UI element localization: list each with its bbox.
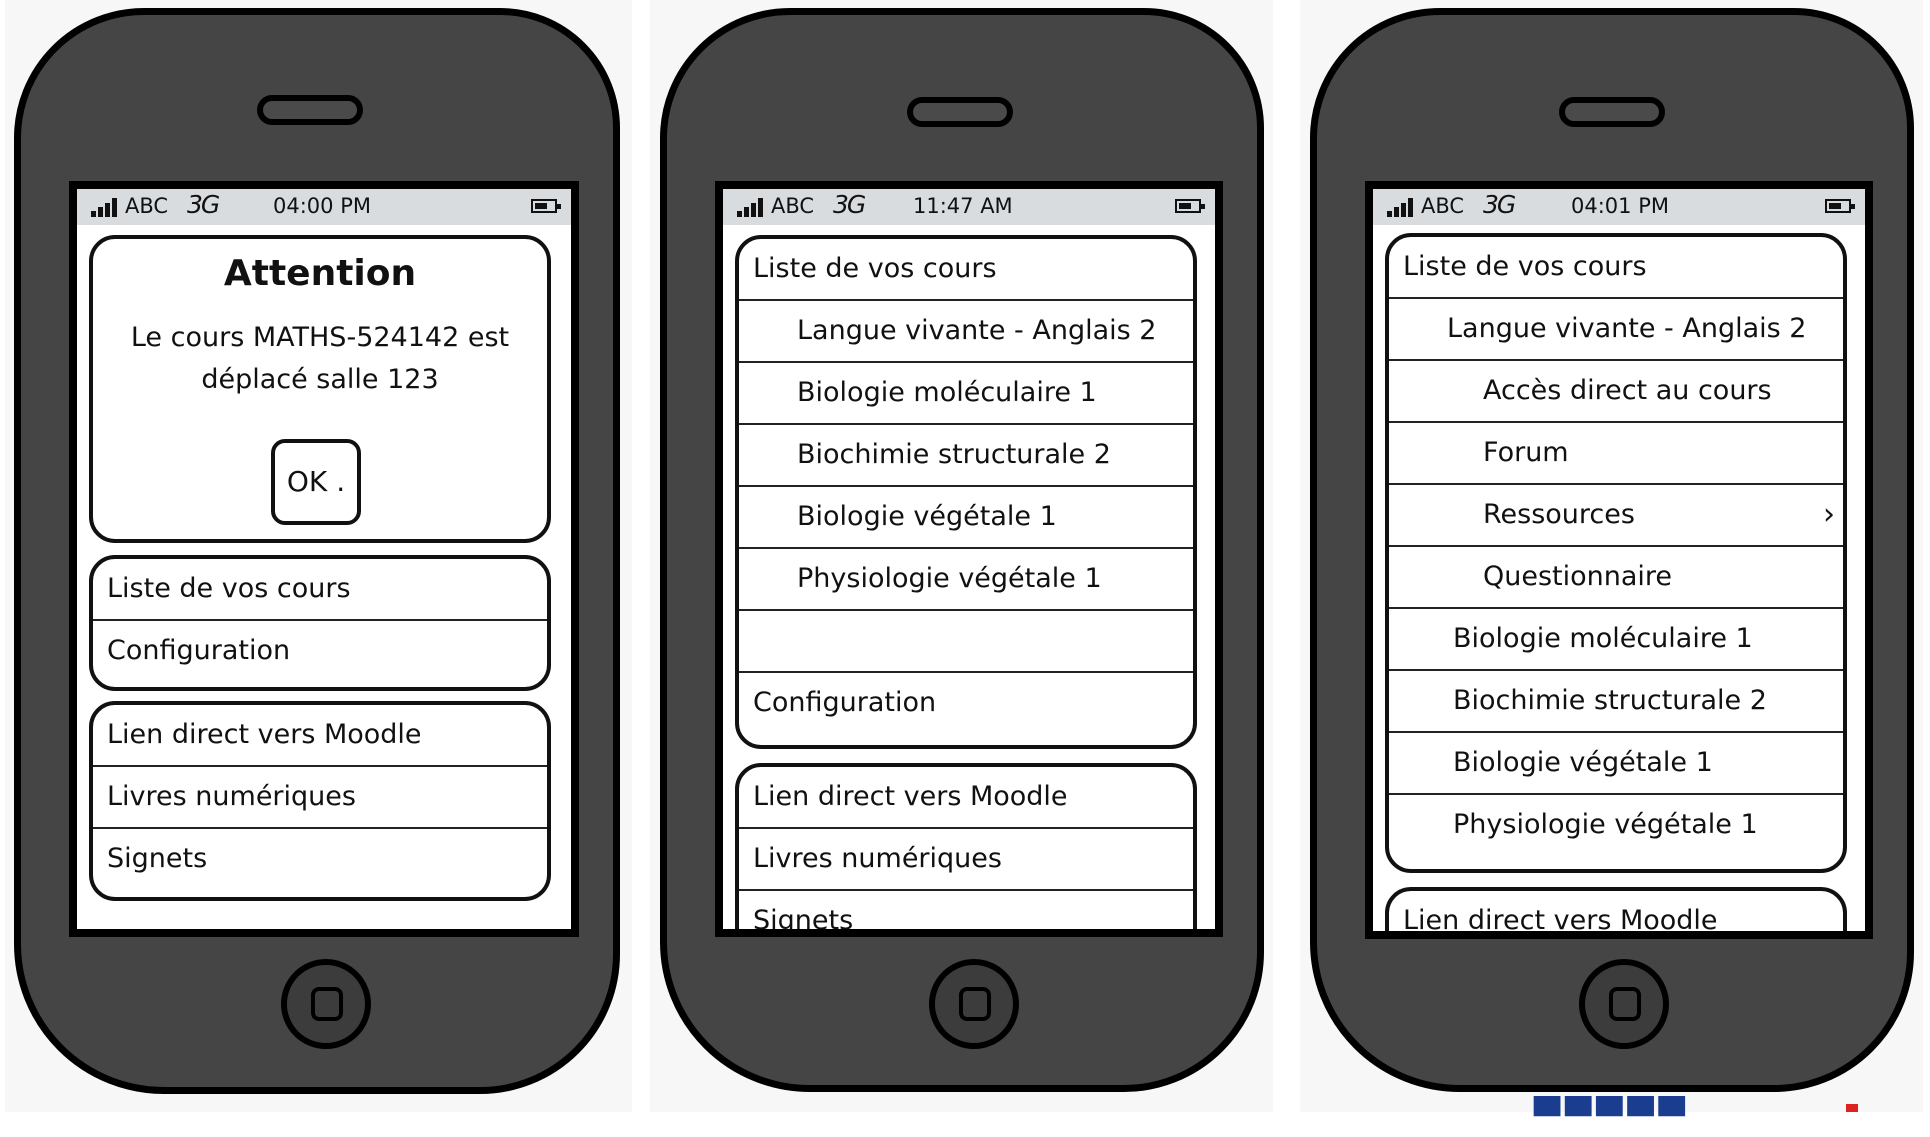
- menu-item-moodle-link[interactable]: Lien direct vers Moodle: [739, 767, 1193, 829]
- resources-label: Ressources: [1483, 499, 1635, 530]
- course-list: Liste de vos cours Langue vivante - Angl…: [1385, 233, 1847, 873]
- menu-item-bookmarks[interactable]: Signets: [93, 829, 547, 891]
- signal-icon: [1387, 197, 1417, 217]
- course-sub-item-quiz[interactable]: Questionnaire: [1389, 547, 1843, 609]
- battery-icon: [531, 199, 561, 213]
- ok-button[interactable]: OK .: [271, 439, 361, 525]
- empty-row: [739, 611, 1193, 673]
- home-button-icon[interactable]: [281, 959, 371, 1049]
- main-menu: Liste de vos cours Configuration: [89, 555, 551, 691]
- course-item[interactable]: Physiologie végétale 1: [739, 549, 1193, 611]
- links-menu: Lien direct vers Moodle Livres numérique…: [735, 763, 1197, 929]
- course-sub-item-forum[interactable]: Forum: [1389, 423, 1843, 485]
- course-list: Liste de vos cours Langue vivante - Angl…: [735, 235, 1197, 749]
- status-bar: ABC 3G 11:47 AM: [723, 189, 1215, 225]
- phone-1-screen: ABC 3G 04:00 PM Attention Le cours MATHS…: [69, 181, 579, 937]
- status-bar: ABC 3G 04:00 PM: [77, 189, 571, 225]
- menu-item-moodle-link[interactable]: Lien direct vers Moodle: [93, 705, 547, 767]
- clock: 04:01 PM: [1571, 194, 1669, 218]
- battery-icon: [1825, 199, 1855, 213]
- course-item-expanded[interactable]: Langue vivante - Anglais 2: [1389, 299, 1843, 361]
- network-label: 3G: [833, 190, 866, 219]
- clock: 11:47 AM: [913, 194, 1013, 218]
- course-sub-item-direct-access[interactable]: Accès direct au cours: [1389, 361, 1843, 423]
- carrier-label: ABC: [771, 194, 815, 218]
- speaker-icon: [1559, 97, 1665, 127]
- menu-item-configuration[interactable]: Configuration: [93, 621, 547, 683]
- signal-icon: [737, 197, 767, 217]
- signal-icon: [91, 197, 121, 217]
- course-item[interactable]: Langue vivante - Anglais 2: [739, 301, 1193, 363]
- carrier-label: ABC: [125, 194, 169, 218]
- phone-3-screen: ABC 3G 04:01 PM Liste de vos cours Langu…: [1365, 181, 1873, 939]
- course-item[interactable]: Biologie végétale 1: [1389, 733, 1843, 795]
- course-item[interactable]: Biochimie structurale 2: [739, 425, 1193, 487]
- network-label: 3G: [187, 190, 220, 219]
- home-button-icon[interactable]: [929, 959, 1019, 1049]
- phone-2-screen: ABC 3G 11:47 AM Liste de vos cours Langu…: [715, 181, 1223, 937]
- speaker-icon: [907, 97, 1013, 127]
- course-list-header[interactable]: Liste de vos cours: [739, 239, 1193, 301]
- phone-2: ABC 3G 11:47 AM Liste de vos cours Langu…: [660, 8, 1264, 1092]
- menu-item-configuration[interactable]: Configuration: [739, 673, 1193, 735]
- course-item[interactable]: Biologie moléculaire 1: [1389, 609, 1843, 671]
- menu-item-ebooks[interactable]: Livres numériques: [739, 829, 1193, 891]
- alert-dialog: Attention Le cours MATHS-524142 est dépl…: [89, 235, 551, 543]
- network-label: 3G: [1483, 190, 1516, 219]
- links-menu: Lien direct vers Moodle: [1385, 887, 1847, 931]
- logo-fragment: ▀▀▀▀▀: [1534, 1097, 1690, 1137]
- alert-title: Attention: [223, 253, 417, 294]
- menu-item-ebooks[interactable]: Livres numériques: [93, 767, 547, 829]
- logo-accent: [1846, 1104, 1858, 1112]
- home-button-icon[interactable]: [1579, 959, 1669, 1049]
- battery-icon: [1175, 199, 1205, 213]
- phone-3: ABC 3G 04:01 PM Liste de vos cours Langu…: [1310, 8, 1914, 1092]
- phone-1: ABC 3G 04:00 PM Attention Le cours MATHS…: [14, 8, 620, 1094]
- carrier-label: ABC: [1421, 194, 1465, 218]
- course-sub-item-resources[interactable]: Ressources ›: [1389, 485, 1843, 547]
- chevron-right-icon: ›: [1823, 497, 1835, 532]
- course-list-header[interactable]: Liste de vos cours: [1389, 237, 1843, 299]
- course-item[interactable]: Biochimie structurale 2: [1389, 671, 1843, 733]
- status-bar: ABC 3G 04:01 PM: [1373, 189, 1865, 225]
- menu-item-course-list[interactable]: Liste de vos cours: [93, 559, 547, 621]
- alert-message: Le cours MATHS-524142 est déplacé salle …: [130, 322, 510, 395]
- clock: 04:00 PM: [273, 194, 371, 218]
- course-item[interactable]: Biologie végétale 1: [739, 487, 1193, 549]
- links-menu: Lien direct vers Moodle Livres numérique…: [89, 701, 551, 901]
- menu-item-moodle-link[interactable]: Lien direct vers Moodle: [1389, 891, 1843, 931]
- course-item[interactable]: Physiologie végétale 1: [1389, 795, 1843, 857]
- menu-item-bookmarks[interactable]: Signets: [739, 891, 1193, 929]
- course-item[interactable]: Biologie moléculaire 1: [739, 363, 1193, 425]
- speaker-icon: [257, 95, 363, 125]
